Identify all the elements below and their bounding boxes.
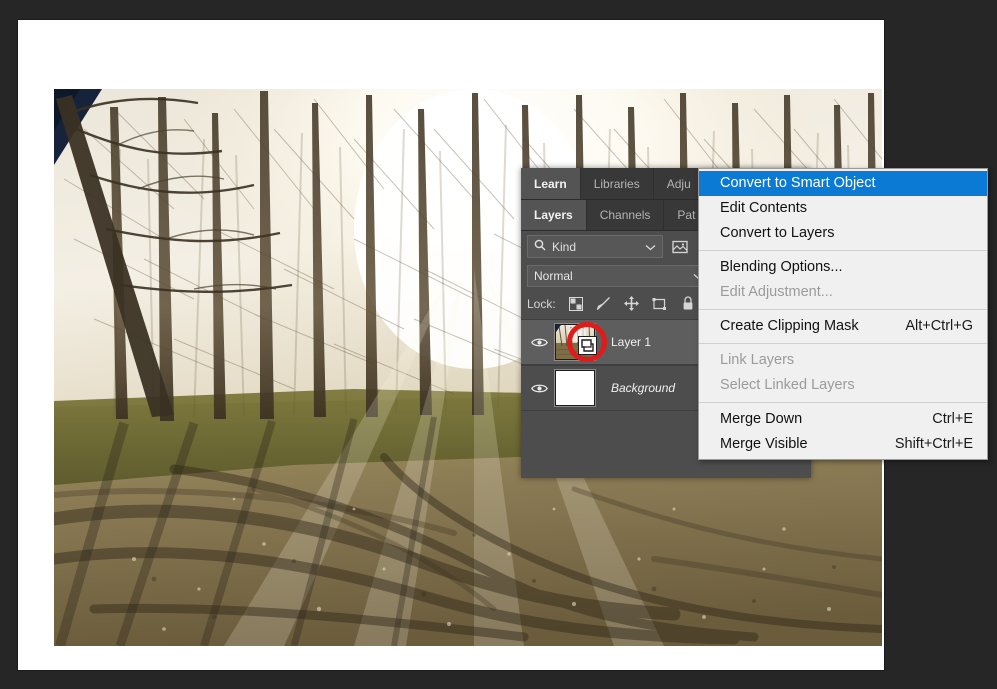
menu-separator [699, 309, 987, 310]
menu-item-merge-down[interactable]: Merge Down Ctrl+E [699, 407, 987, 432]
menu-item-edit-contents[interactable]: Edit Contents [699, 196, 987, 221]
menu-item-label: Blending Options... [720, 259, 843, 276]
lock-all-icon[interactable] [678, 294, 698, 314]
menu-item-label: Merge Down [720, 411, 803, 428]
tab-channels-label: Channels [599, 208, 651, 222]
menu-item-create-clipping-mask[interactable]: Create Clipping Mask Alt+Ctrl+G [699, 314, 987, 339]
menu-item-label: Merge Visible [720, 436, 808, 453]
tab-channels[interactable]: Channels [587, 200, 665, 230]
menu-item-label: Convert to Smart Object [720, 175, 876, 192]
menu-item-label: Edit Adjustment... [720, 284, 833, 301]
menu-separator [699, 402, 987, 403]
menu-item-convert-to-smart-object[interactable]: Convert to Smart Object [699, 171, 987, 196]
lock-position-icon[interactable] [622, 294, 642, 314]
menu-item-label: Link Layers [720, 352, 795, 369]
menu-item-convert-to-layers[interactable]: Convert to Layers [699, 221, 987, 246]
lock-label: Lock: [527, 296, 556, 311]
menu-item-label: Select Linked Layers [720, 377, 855, 394]
menu-separator [699, 250, 987, 251]
lock-artboard-nesting-icon[interactable] [650, 294, 670, 314]
tab-adjustments-label: Adju [666, 176, 691, 191]
filter-image-icon[interactable] [670, 237, 690, 257]
layer-name: Layer 1 [611, 335, 652, 349]
eye-icon[interactable] [527, 337, 551, 348]
menu-item-label: Convert to Layers [720, 225, 835, 242]
smart-object-badge [578, 336, 597, 355]
tab-learn[interactable]: Learn [521, 168, 581, 199]
menu-item-merge-visible[interactable]: Merge Visible Shift+Ctrl+E [699, 432, 987, 457]
tab-libraries-label: Libraries [593, 176, 640, 191]
layer-thumbnail[interactable] [555, 370, 595, 406]
eye-icon[interactable] [527, 383, 551, 394]
menu-item-shortcut: Shift+Ctrl+E [894, 436, 973, 453]
chevron-down-icon [645, 240, 656, 254]
filter-kind-label: Kind [552, 239, 577, 254]
filter-kind-select[interactable]: Kind [527, 235, 663, 258]
blend-mode-value: Normal [534, 269, 573, 283]
lock-transparent-pixels-icon[interactable] [566, 294, 586, 314]
lock-image-pixels-icon[interactable] [594, 294, 614, 314]
search-icon [534, 239, 546, 254]
menu-item-select-linked-layers: Select Linked Layers [699, 373, 987, 398]
tab-layers-label: Layers [534, 208, 573, 222]
blend-mode-select[interactable]: Normal [527, 265, 711, 287]
menu-item-label: Edit Contents [720, 200, 808, 217]
tab-libraries[interactable]: Libraries [581, 168, 654, 199]
menu-item-blending-options[interactable]: Blending Options... [699, 255, 987, 280]
tab-paths-label: Pat [677, 208, 696, 222]
layer-name: Background [611, 381, 676, 395]
white-thumbnail [556, 371, 594, 405]
screenshot-root: Learn Libraries Adju Layers Channels Pat [0, 0, 997, 689]
menu-item-link-layers: Link Layers [699, 348, 987, 373]
menu-item-label: Create Clipping Mask [720, 318, 859, 335]
layer-context-menu: Convert to Smart Object Edit Contents Co… [698, 168, 988, 460]
menu-separator [699, 343, 987, 344]
menu-item-shortcut: Alt+Ctrl+G [905, 318, 973, 335]
tab-layers[interactable]: Layers [521, 200, 587, 230]
tab-learn-label: Learn [534, 176, 567, 191]
menu-item-edit-adjustment: Edit Adjustment... [699, 280, 987, 305]
menu-item-shortcut: Ctrl+E [932, 411, 973, 428]
